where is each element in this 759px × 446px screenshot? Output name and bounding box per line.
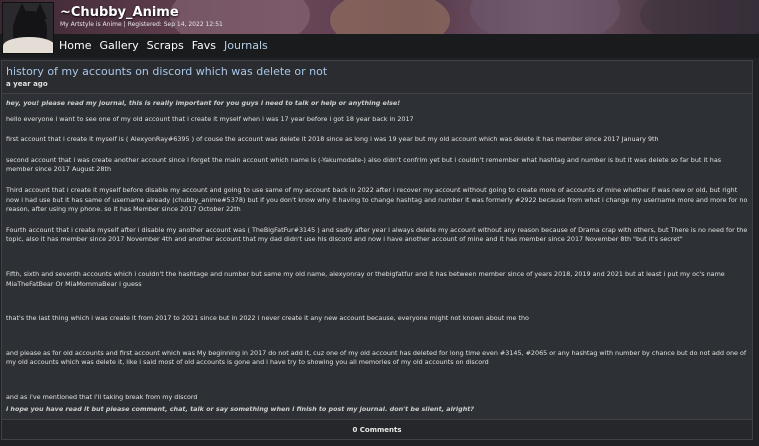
journal-paragraph: Third account that i create it myself be… [6, 185, 748, 214]
nav-home[interactable]: Home [59, 39, 91, 52]
journal-card: history of my accounts on discord which … [1, 60, 753, 440]
journal-outro: i hope you have read it but please comme… [6, 404, 475, 413]
journal-intro: hey, you! please read my journal, this i… [6, 99, 401, 107]
banner-art [640, 0, 759, 34]
banner-art [170, 0, 310, 34]
profile-username[interactable]: ~Chubby_Anime [60, 5, 179, 20]
profile-artstyle: My Artstyle is Anime [60, 21, 122, 28]
journal-paragraph: hello everyone i want to see one of my o… [6, 114, 414, 123]
avatar[interactable] [2, 2, 54, 54]
comments-link[interactable]: 0 Comments [2, 419, 752, 439]
journal-paragraph: Fourth account that i create myself afte… [6, 225, 748, 244]
nav-favs[interactable]: Favs [192, 39, 216, 52]
banner-art [330, 0, 450, 34]
journal-paragraph: and as i've mentioned that i'll taking b… [6, 392, 198, 401]
nav-journals[interactable]: Journals [224, 39, 268, 52]
journal-paragraph: first account that i create it myself is… [6, 135, 659, 144]
journal-body: hey, you! please read my journal, this i… [2, 94, 752, 419]
journal-title[interactable]: history of my accounts on discord which … [6, 65, 748, 78]
journal-paragraph: that's the last thing which i was create… [6, 314, 529, 323]
journal-paragraph: second account that i was create another… [6, 155, 722, 174]
journal-header: history of my accounts on discord which … [2, 61, 752, 94]
profile-info: My Artstyle is Anime | Registered: Sep 14,… [60, 21, 223, 28]
profile-nav: Home Gallery Scraps Favs Journals [0, 34, 759, 58]
nav-gallery[interactable]: Gallery [99, 39, 138, 52]
nav-scraps[interactable]: Scraps [147, 39, 184, 52]
banner-art [470, 0, 620, 34]
profile-registered: Registered: Sep 14, 2022 12:51 [127, 21, 223, 28]
journal-paragraph: and please as for old accounts and first… [6, 348, 747, 367]
journal-date: a year ago [6, 80, 48, 88]
journal-paragraph: Fifth, sixth and seventh accounts which … [6, 269, 725, 288]
